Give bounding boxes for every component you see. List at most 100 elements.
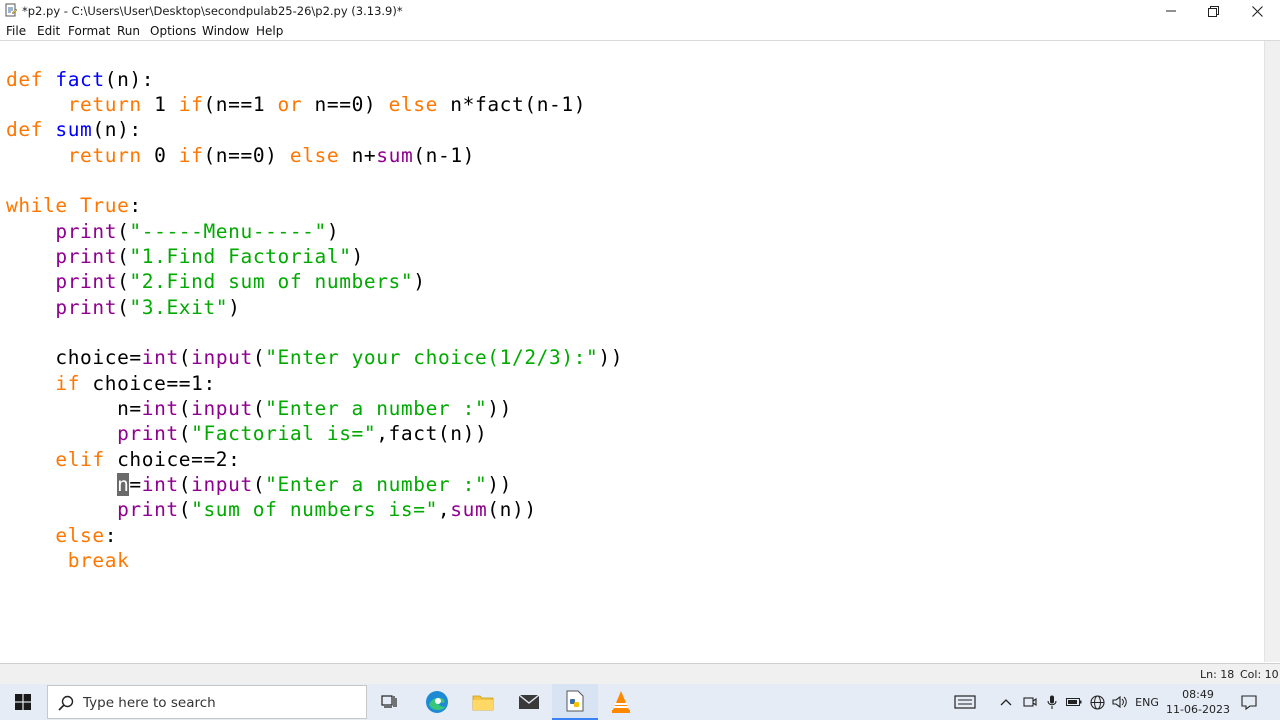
code-token: ,fact(n)) (376, 422, 488, 446)
code-line[interactable]: return 1 if(n==1 or n==0) else n*fact(n-… (6, 93, 586, 117)
code-line[interactable]: break (6, 549, 129, 573)
code-line[interactable]: if choice==1: (6, 372, 216, 396)
code-editor[interactable]: def fact(n): return 1 if(n==1 or n==0) e… (0, 41, 1264, 662)
keyboard-icon (954, 695, 976, 709)
code-line[interactable]: def fact(n): (6, 68, 154, 92)
code-token: "sum of numbers is=" (191, 498, 438, 522)
code-token: (n==1 (203, 92, 278, 116)
code-line[interactable]: print("Factorial is=",fact(n)) (6, 422, 487, 446)
code-token: break (67, 549, 130, 573)
code-token: )) (487, 473, 512, 497)
idle-file-icon (5, 3, 18, 17)
code-line[interactable]: print("sum of numbers is=",sum(n)) (6, 498, 537, 522)
folder-icon (472, 695, 494, 711)
search-icon (58, 695, 74, 711)
notification-button[interactable] (1238, 684, 1260, 720)
vlc-button[interactable] (598, 684, 644, 720)
mail-button[interactable] (506, 684, 552, 720)
menu-run[interactable]: Run (117, 24, 140, 38)
task-view-button[interactable] (367, 684, 413, 720)
code-token: ) (413, 270, 426, 294)
code-line[interactable]: print("-----Menu-----") (6, 220, 339, 244)
code-token: def (6, 118, 44, 142)
tray-network[interactable] (1087, 684, 1107, 720)
code-line[interactable]: choice=int(input("Enter your choice(1/2/… (6, 346, 623, 370)
code-line[interactable]: print("2.Find sum of numbers") (6, 270, 426, 294)
code-token: elif (55, 447, 105, 471)
code-token: "2.Find sum of numbers" (129, 270, 414, 294)
edge-button[interactable] (414, 684, 460, 720)
vertical-scrollbar[interactable] (1264, 41, 1280, 662)
code-token: ( (252, 397, 266, 421)
tray-microphone[interactable] (1042, 684, 1062, 720)
taskbar-clock[interactable]: 08:49 11-06-2023 (1162, 687, 1234, 717)
code-token: "3.Exit" (129, 295, 229, 319)
tray-keyboard[interactable] (950, 684, 980, 720)
code-token: def (6, 67, 44, 91)
code-line[interactable]: def sum(n): (6, 118, 142, 142)
python-idle-button[interactable] (552, 684, 598, 720)
code-token: (n): (92, 118, 142, 142)
code-token: "1.Find Factorial" (129, 244, 352, 268)
code-token: = (129, 473, 142, 497)
code-token: print (55, 219, 118, 243)
code-token: if (55, 371, 81, 395)
tray-language[interactable]: ENG (1133, 684, 1161, 720)
code-token: , (437, 498, 451, 522)
status-line: Ln: 18 (1200, 668, 1235, 681)
text-cursor: n (117, 473, 130, 497)
code-token: else (388, 92, 438, 116)
close-button[interactable] (1236, 0, 1278, 22)
menu-options[interactable]: Options (150, 24, 196, 38)
code-token: ) (326, 219, 340, 243)
code-line[interactable]: elif choice==2: (6, 448, 241, 472)
code-token: input (191, 397, 253, 421)
code-token: (n): (104, 67, 155, 91)
code-token: : (129, 194, 142, 218)
code-token: choice==1: (80, 371, 216, 395)
tray-overflow[interactable] (996, 684, 1016, 720)
code-token: : (104, 523, 118, 547)
tray-battery[interactable] (1064, 684, 1084, 720)
start-button[interactable] (0, 684, 46, 720)
code-token: print (117, 422, 179, 446)
mail-icon (518, 694, 540, 709)
code-token: return (67, 92, 142, 116)
code-token: ( (252, 346, 266, 370)
code-line[interactable]: print("3.Exit") (6, 296, 241, 320)
search-placeholder: Type here to search (83, 695, 216, 711)
battery-icon (1066, 698, 1082, 706)
code-token: else (55, 523, 105, 547)
code-line[interactable]: print("1.Find Factorial") (6, 245, 364, 269)
code-line[interactable]: n=int(input("Enter a number :")) (6, 397, 512, 421)
menu-bar: File Edit Format Run Options Window Help (0, 22, 1280, 41)
code-line[interactable]: else: (6, 524, 117, 548)
code-token: 0 (141, 143, 179, 167)
minimize-button[interactable] (1150, 0, 1192, 22)
status-bar: Ln: 18 Col: 10 (0, 663, 1280, 684)
menu-file[interactable]: File (6, 24, 26, 38)
menu-help[interactable]: Help (256, 24, 283, 38)
taskbar-search[interactable]: Type here to search (47, 685, 367, 719)
code-line[interactable]: n=int(input("Enter a number :")) (6, 473, 512, 497)
code-token: input (191, 346, 253, 370)
file-explorer-button[interactable] (460, 684, 506, 720)
taskbar: Type here to search ENG 08:49 11-06-2023 (0, 684, 1280, 720)
code-token: (n)) (487, 498, 537, 522)
code-token: )) (598, 346, 624, 370)
code-token: int (141, 346, 179, 370)
code-token: ( (117, 270, 130, 294)
code-token: n*fact(n-1) (437, 92, 587, 116)
restore-button[interactable] (1192, 0, 1234, 22)
vlc-icon (612, 691, 630, 713)
menu-window[interactable]: Window (202, 24, 249, 38)
tray-meet-now[interactable] (1020, 684, 1040, 720)
menu-format[interactable]: Format (68, 24, 110, 38)
code-line[interactable]: while True: (6, 194, 142, 218)
code-token: ( (178, 498, 192, 522)
tray-volume[interactable] (1110, 684, 1130, 720)
code-token: n+ (339, 143, 377, 167)
code-line[interactable]: return 0 if(n==0) else n+sum(n-1) (6, 144, 475, 168)
menu-edit[interactable]: Edit (37, 24, 60, 38)
